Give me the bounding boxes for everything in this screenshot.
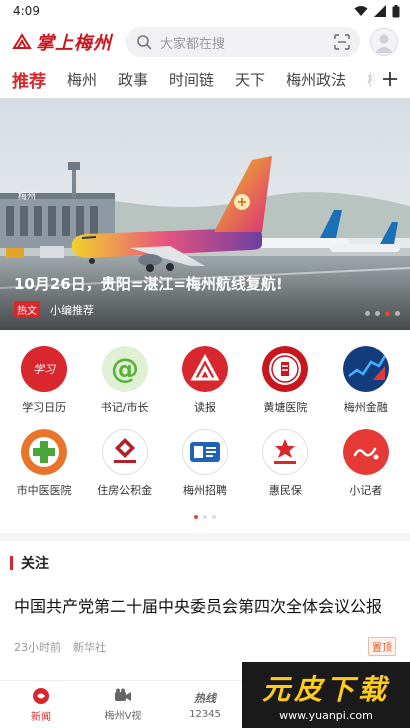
search-bar[interactable]: 大家都在搜 [126,27,360,57]
shortcut-xuexi-calendar[interactable]: 学习 学习日历 [4,346,84,415]
newspaper-icon [181,346,228,392]
shortcut-secretary-mayor[interactable]: @ 书记/市长 [84,346,164,415]
user-avatar[interactable] [370,28,398,56]
shortcut-young-reporter[interactable]: 小记者 [326,429,406,498]
logo-mark-icon [12,33,32,49]
nav-news[interactable]: 新闻 [0,681,82,728]
tab-timeline[interactable]: 时间链 [169,69,214,90]
banner-dot[interactable] [395,311,400,316]
shortcut-huiminbao[interactable]: 惠民保 [245,429,325,498]
headline-banner[interactable]: 梅州 10月26日，贵阳=湛江=梅州航线复航! 热文 小编推荐 [0,98,410,330]
banner-dot[interactable] [365,311,370,316]
banner-source: 小编推荐 [50,303,94,317]
status-time: 4:09 [13,4,40,18]
shortcut-housing-fund[interactable]: 住房公积金 [84,429,164,498]
huiminbao-icon [262,429,309,475]
grid-pagination [0,515,410,519]
reporter-icon [342,429,389,475]
hot-tag: 热文 [14,301,40,318]
shortcut-meizhou-recruit[interactable]: 梅州招聘 [165,429,245,498]
banner-title[interactable]: 10月26日，贵阳=湛江=梅州航线复航! [14,273,283,294]
app-logo[interactable]: 掌上梅州 [12,29,116,55]
section-divider [0,533,410,541]
finance-chart-icon [342,346,389,392]
tab-recommend[interactable]: 推荐 [12,67,46,92]
pinned-badge: 置顶 [368,637,396,656]
tab-meizhou[interactable]: 梅州 [67,69,97,90]
news-headline[interactable]: 中国共产党第二十届中央委员会第四次全体会议公报 [0,595,410,619]
channel-tabs: 推荐 梅州 政事 时间链 天下 梅州政法 梅 [0,62,410,96]
user-icon [375,34,393,53]
nav-video[interactable]: 梅州V视 [82,681,164,728]
video-camera-icon [115,688,131,701]
tab-meizhou-law[interactable]: 梅州政法 [286,69,346,90]
watermark-url: www.yuanpi.com [279,709,373,722]
svg-text:学习: 学习 [33,363,56,376]
shortcut-meizhou-finance[interactable]: 梅州金融 [326,346,406,415]
housing-fund-icon [101,429,148,475]
grid-dot[interactable] [212,515,216,519]
signal-icon [374,5,386,17]
tab-world[interactable]: 天下 [235,69,265,90]
shortcut-huangtang-hospital[interactable]: 黄塘医院 [245,346,325,415]
section-accent-bar [10,556,13,570]
app-header: 掌上梅州 大家都在搜 [0,22,410,62]
banner-dot-active[interactable] [385,311,390,316]
search-placeholder: 大家都在搜 [160,36,226,52]
wifi-icon [354,6,368,16]
watermark-badge: 元皮下载 www.yuanpi.com [242,662,410,728]
scan-icon[interactable] [334,34,350,50]
hotline-icon: 热线 [194,691,216,705]
watermark-title: 元皮下载 [261,673,390,706]
follow-section-header: 关注 [0,545,410,581]
shortcut-read-paper[interactable]: 读报 [165,346,245,415]
svg-text:@: @ [111,352,139,385]
recruit-icon [181,429,228,475]
grid-dot[interactable] [203,515,207,519]
news-meta: 23小时前 新华社 置顶 [0,637,410,656]
medical-cross-icon [21,429,68,475]
status-bar: 4:09 [0,0,410,22]
hospital-seal-icon [262,346,309,392]
add-channel-icon[interactable] [382,71,398,87]
battery-icon [392,4,400,17]
shortcut-grid: 学习 学习日历 @ 书记/市长 读报 黄塘医院 梅州金融 市中医医院 住房公积金… [0,330,410,498]
xuexi-calendar-icon: 学习 [21,346,68,392]
at-sign-icon: @ [101,346,148,392]
section-title: 关注 [21,556,49,572]
nav-hotline[interactable]: 热线 12345 [164,681,246,728]
shortcut-tcm-hospital[interactable]: 市中医医院 [4,429,84,498]
search-icon [137,35,152,50]
airport-sign: 梅州 [18,190,36,202]
news-globe-icon [33,687,49,704]
banner-pagination [365,311,400,316]
tab-politics[interactable]: 政事 [118,69,148,90]
news-time: 23小时前 [14,640,61,654]
banner-dot[interactable] [375,311,380,316]
logo-text: 掌上梅州 [36,33,112,54]
news-source: 新华社 [73,640,106,654]
grid-dot-active[interactable] [194,515,198,519]
